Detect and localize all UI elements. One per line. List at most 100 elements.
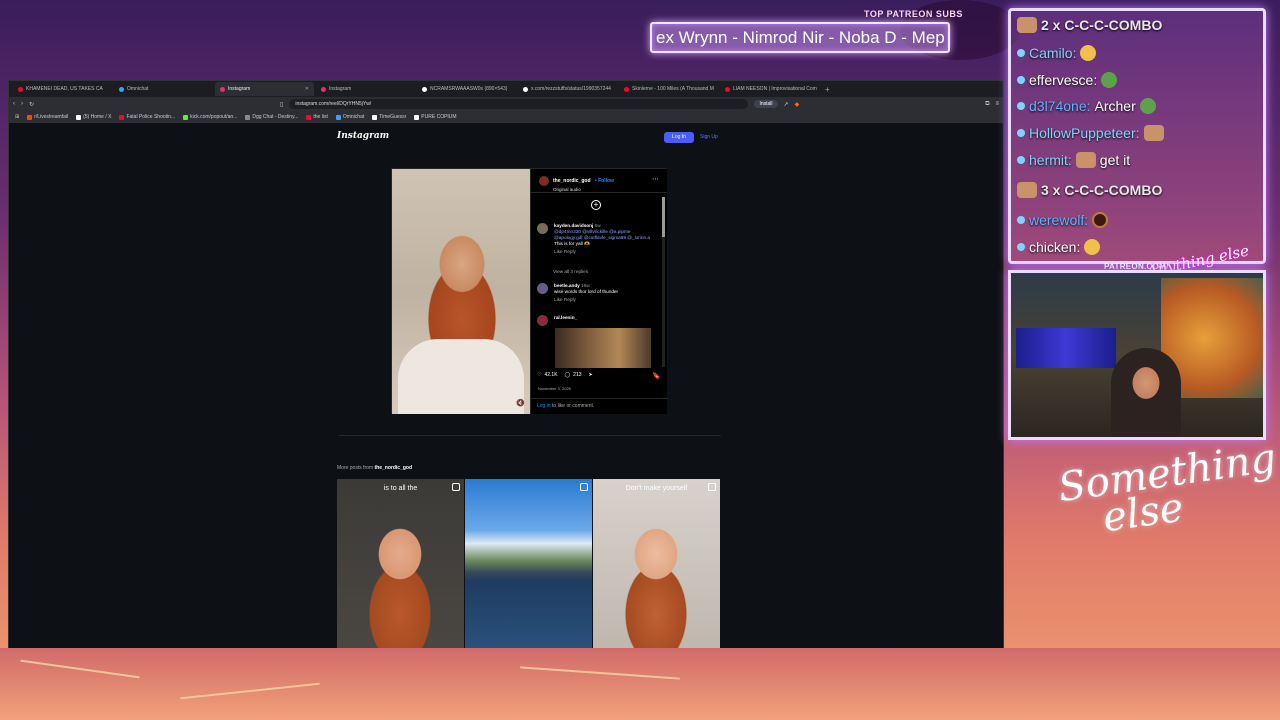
bookmark-favicon-icon [119, 114, 125, 120]
apps-grid-icon[interactable]: ⊞ [15, 114, 19, 120]
reel-icon [452, 483, 460, 491]
comments-scrollbar[interactable] [662, 197, 665, 367]
reel-icon [580, 483, 588, 491]
comment-avatar[interactable] [537, 223, 548, 234]
badge-icon [1017, 49, 1025, 57]
tab-favicon-icon [321, 86, 326, 92]
comment-icon[interactable]: ◯ [565, 372, 571, 378]
forward-icon[interactable]: › [21, 101, 23, 107]
brave-shield-icon[interactable]: ◆ [795, 101, 800, 108]
reel-video[interactable]: 🔇 [392, 169, 530, 414]
bookmark-item[interactable]: r/Livestreamfail [27, 114, 68, 120]
tab-favicon-icon [422, 86, 427, 92]
bookmark-favicon-icon [372, 114, 378, 120]
bookmark-favicon-icon [245, 114, 251, 120]
share-icon[interactable]: ↗ [784, 101, 789, 108]
emote-icon [1139, 98, 1156, 114]
comment: kayden.davidsonj 6w @dp4mn320 @villvrick… [537, 223, 657, 255]
bookmark-item[interactable]: Fatal Police Shootin... [119, 114, 175, 120]
more-posts-username[interactable]: the_nordic_god [375, 465, 413, 471]
add-comment-icon[interactable]: + [591, 200, 601, 210]
scrollbar-thumb[interactable] [662, 197, 665, 237]
browser-tab[interactable]: Omnichat [114, 82, 213, 96]
badge-icon [1017, 243, 1025, 251]
bookmark-item[interactable]: Omnichat [335, 114, 364, 120]
login-button[interactable]: Log In [664, 132, 694, 143]
view-replies-link[interactable]: View all 3 replies [553, 269, 588, 274]
tab-favicon-icon [624, 86, 629, 92]
bookmark-favicon-icon [306, 114, 312, 120]
back-icon[interactable]: ‹ [13, 101, 15, 107]
bookmark-item[interactable]: kick.com/popout/an... [183, 114, 237, 120]
reel-post: 🔇 the_nordic_god • Follow Original audio… [391, 168, 668, 414]
instagram-logo[interactable]: Instagram [337, 131, 389, 141]
comment-mentions[interactable]: @dp4mn320 @villvrickille @a.pipme @apolo… [554, 229, 650, 240]
grid-post[interactable] [465, 479, 592, 648]
install-button[interactable]: Install [754, 100, 778, 108]
emote-icon [1017, 182, 1037, 198]
emote-icon [1084, 239, 1101, 255]
comment-avatar[interactable] [537, 315, 548, 326]
comment-actions[interactable]: Like Reply [554, 297, 657, 303]
original-audio-link[interactable]: Original audio [553, 187, 614, 192]
tab-close-icon[interactable]: ✕ [305, 86, 309, 92]
bookmark-item[interactable]: PURE COPIUM [414, 114, 457, 120]
grid-post[interactable]: Don't make yourself [593, 479, 720, 648]
like-icon[interactable]: ♡ [537, 372, 541, 378]
url-input[interactable]: instagram.com/reel/DQrYHN5jYw/ [289, 99, 749, 109]
save-icon[interactable]: 🔖 [652, 372, 661, 380]
signup-link[interactable]: Sign Up [700, 132, 718, 143]
avatar[interactable] [539, 175, 549, 186]
bookmark-favicon-icon [183, 114, 189, 120]
address-bar: ‹ › ↻ ▯ instagram.com/reel/DQrYHN5jYw/ I… [9, 97, 1003, 111]
webcam-streamer [1111, 348, 1181, 437]
emote-icon [1092, 212, 1109, 228]
browser-tab[interactable]: x.com/rezzstuffs/status/1990357244 [518, 82, 617, 96]
badge-icon [1017, 216, 1025, 224]
bookmark-item[interactable]: TimeGuessr [372, 114, 406, 120]
more-options-icon[interactable]: ⋯ [652, 175, 659, 183]
login-link[interactable]: Log in [537, 403, 551, 409]
bookmark-page-icon[interactable]: ▯ [280, 101, 283, 108]
bookmark-item[interactable]: (5) Home / X [76, 114, 111, 120]
comment-avatar[interactable] [537, 283, 548, 294]
video-subject-shirt [398, 339, 524, 414]
new-tab-button[interactable]: + [821, 85, 834, 94]
grid-post[interactable]: is to all the [337, 479, 464, 648]
post-date: November 3, 2025 [538, 386, 571, 391]
browser-tab[interactable]: LIAM NEESON | Improvisational Com [720, 82, 819, 96]
extensions-icon[interactable]: ⧉ [985, 101, 989, 108]
badge-icon [1017, 129, 1025, 137]
reload-icon[interactable]: ↻ [29, 101, 34, 108]
browser-window: KHAMENEI DEAD, US TAKES CA Omnichat Inst… [8, 80, 1004, 648]
comment-count: 213 [573, 372, 582, 378]
post-actions: ♡ 42.1K ◯ 213 ➤ [537, 372, 593, 378]
comment-time: 16w [581, 283, 590, 288]
mute-icon[interactable]: 🔇 [516, 399, 525, 407]
badge-icon [1017, 156, 1025, 164]
post-header: the_nordic_god • Follow Original audio ⋯ [531, 169, 667, 193]
chat-message: d3l74one: Archer [1017, 98, 1156, 114]
chat-combo-message: 2 x C-C-C-COMBO [1017, 17, 1162, 33]
share-icon[interactable]: ➤ [589, 372, 593, 378]
post-username[interactable]: the_nordic_god [553, 178, 591, 184]
follow-button[interactable]: • Follow [595, 178, 614, 184]
comment-username[interactable]: beetle.andy [554, 283, 580, 288]
comment-username[interactable]: kayden.davidsonj [554, 223, 593, 228]
browser-tab[interactable]: Skinlerne - 100 Miles (A Thousand M [619, 82, 718, 96]
bookmark-favicon-icon [414, 114, 420, 120]
browser-tab[interactable]: Instagram [316, 82, 415, 96]
browser-tab[interactable]: KHAMENEI DEAD, US TAKES CA [13, 82, 112, 96]
comment: ral.leenin_ [537, 315, 657, 326]
view-replies-row: View all 3 replies [537, 269, 657, 275]
menu-icon[interactable]: ≡ [995, 101, 999, 107]
comment-actions[interactable]: Like Reply [554, 249, 657, 255]
browser-tab-active[interactable]: Instagram ✕ [215, 82, 314, 96]
reel-icon [708, 483, 716, 491]
browser-tab[interactable]: NCRAMSRWAAASW0s (890×543) [417, 82, 516, 96]
emote-icon [1075, 152, 1096, 168]
background-ground [0, 648, 1280, 720]
comment-username[interactable]: ral.leenin_ [554, 315, 577, 320]
bookmark-item[interactable]: the list [306, 114, 328, 120]
bookmark-item[interactable]: Dgg Chat - Destiny... [245, 114, 298, 120]
